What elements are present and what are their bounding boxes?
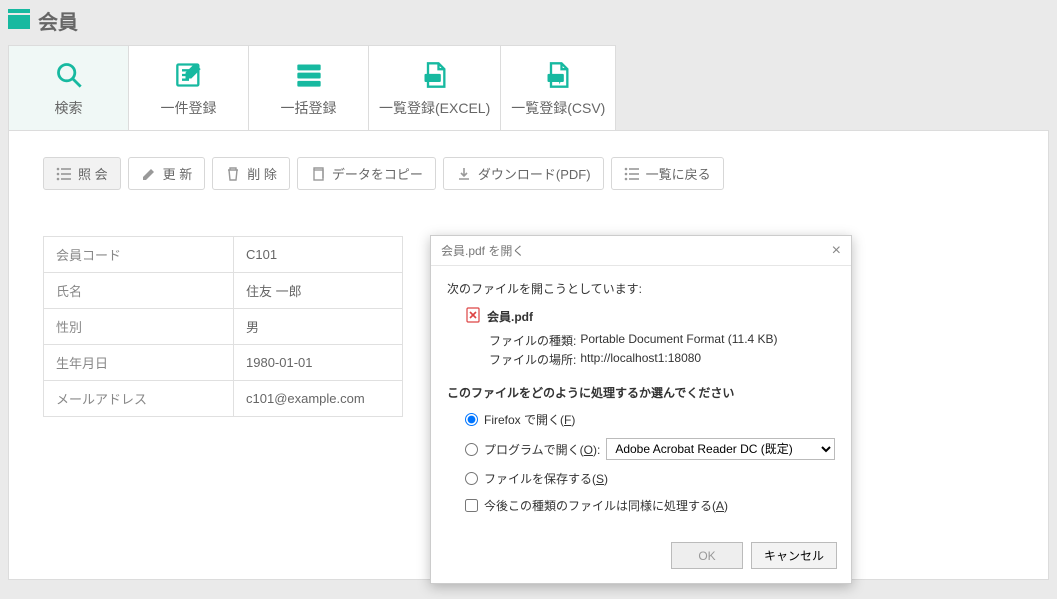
filetype-value: Portable Document Format (11.4 KB) (580, 332, 777, 349)
tab-label: 一覧登録(EXCEL) (379, 98, 490, 118)
pencil-icon (141, 166, 157, 182)
radio-open-firefox[interactable]: Firefox で開く(F) (465, 411, 835, 428)
remember-checkbox-row[interactable]: 今後この種類のファイルは同様に処理する(A) (465, 497, 835, 514)
filesource-label: ファイルの場所: (489, 351, 576, 368)
dialog-intro: 次のファイルを開こうとしています: (447, 280, 835, 297)
table-row: メールアドレスc101@example.com (44, 381, 403, 417)
dialog-title-text: 会員.pdf を開く (441, 242, 524, 259)
th-name: 氏名 (44, 273, 234, 309)
stack-icon (255, 60, 362, 90)
toolbar: 照 会 更 新 削 除 データをコピー ダウンロード(PDF) 一覧に戻る (43, 157, 1014, 190)
xls-icon: XLS (379, 60, 490, 90)
td-email: c101@example.com (234, 381, 403, 417)
radio-label: Firefox で開く(F) (484, 411, 575, 428)
button-label: 更 新 (163, 164, 193, 183)
page-header: 会員 (8, 6, 1049, 35)
td-member-code: C101 (234, 237, 403, 273)
dialog-titlebar: 会員.pdf を開く × (431, 236, 851, 266)
page-title: 会員 (38, 6, 78, 35)
button-label: ダウンロード(PDF) (478, 164, 591, 183)
table-row: 氏名住友 一郎 (44, 273, 403, 309)
ok-button[interactable]: OK (671, 542, 743, 569)
download-icon (456, 166, 472, 182)
radio-save-file-input[interactable] (465, 472, 478, 485)
filetype-label: ファイルの種類: (489, 332, 576, 349)
radio-open-firefox-input[interactable] (465, 413, 478, 426)
svg-text:XLS: XLS (427, 76, 438, 82)
file-open-dialog: 会員.pdf を開く × 次のファイルを開こうとしています: 会員.pdf ファ… (430, 235, 852, 584)
download-pdf-button[interactable]: ダウンロード(PDF) (443, 157, 604, 190)
tab-bulk-register[interactable]: 一括登録 (249, 46, 369, 130)
trash-icon (225, 166, 241, 182)
list-icon (56, 166, 72, 182)
checkbox-label: 今後この種類のファイルは同様に処理する(A) (484, 497, 728, 514)
list-icon (624, 166, 640, 182)
table-row: 性別男 (44, 309, 403, 345)
radio-label: ファイルを保存する(S) (484, 470, 608, 487)
th-gender: 性別 (44, 309, 234, 345)
delete-button[interactable]: 削 除 (212, 157, 290, 190)
tab-single-register[interactable]: 一件登録 (129, 46, 249, 130)
dialog-question: このファイルをどのように処理するか選んでください (447, 384, 835, 401)
tab-list-register-excel[interactable]: XLS 一覧登録(EXCEL) (369, 46, 501, 130)
svg-text:CSV: CSV (550, 76, 562, 82)
copy-icon (310, 166, 326, 182)
th-member-code: 会員コード (44, 237, 234, 273)
th-birthday: 生年月日 (44, 345, 234, 381)
button-label: 削 除 (247, 164, 277, 183)
th-email: メールアドレス (44, 381, 234, 417)
program-select[interactable]: Adobe Acrobat Reader DC (既定) (606, 438, 835, 460)
td-gender: 男 (234, 309, 403, 345)
window-icon (8, 9, 30, 32)
back-to-list-button[interactable]: 一覧に戻る (611, 157, 724, 190)
close-icon[interactable]: × (832, 243, 841, 259)
dialog-filename: 会員.pdf (487, 308, 533, 325)
remember-checkbox[interactable] (465, 499, 478, 512)
tab-bar: 検索 一件登録 一括登録 XLS 一覧登録(EXCEL) CSV 一覧登録(CS… (8, 45, 616, 130)
tab-label: 一覧登録(CSV) (511, 98, 605, 118)
copy-data-button[interactable]: データをコピー (297, 157, 436, 190)
csv-icon: CSV (511, 60, 605, 90)
update-button[interactable]: 更 新 (128, 157, 206, 190)
tab-label: 検索 (15, 98, 122, 118)
filesource-value: http://localhost1:18080 (580, 351, 701, 368)
radio-open-program-row: プログラムで開く(O): Adobe Acrobat Reader DC (既定… (465, 438, 835, 460)
td-name: 住友 一郎 (234, 273, 403, 309)
radio-open-program-input[interactable] (465, 443, 478, 456)
radio-label: プログラムで開く(O): (484, 441, 600, 458)
pdf-icon (465, 307, 481, 326)
button-label: 一覧に戻る (646, 164, 711, 183)
cancel-button[interactable]: キャンセル (751, 542, 837, 569)
view-button[interactable]: 照 会 (43, 157, 121, 190)
edit-icon (135, 60, 242, 90)
button-label: データをコピー (332, 164, 423, 183)
search-icon (15, 60, 122, 90)
table-row: 会員コードC101 (44, 237, 403, 273)
tab-label: 一件登録 (135, 98, 242, 118)
radio-save-file[interactable]: ファイルを保存する(S) (465, 470, 835, 487)
td-birthday: 1980-01-01 (234, 345, 403, 381)
details-table: 会員コードC101 氏名住友 一郎 性別男 生年月日1980-01-01 メール… (43, 236, 403, 417)
tab-label: 一括登録 (255, 98, 362, 118)
tab-search[interactable]: 検索 (9, 46, 129, 130)
table-row: 生年月日1980-01-01 (44, 345, 403, 381)
button-label: 照 会 (78, 164, 108, 183)
tab-list-register-csv[interactable]: CSV 一覧登録(CSV) (501, 46, 615, 130)
